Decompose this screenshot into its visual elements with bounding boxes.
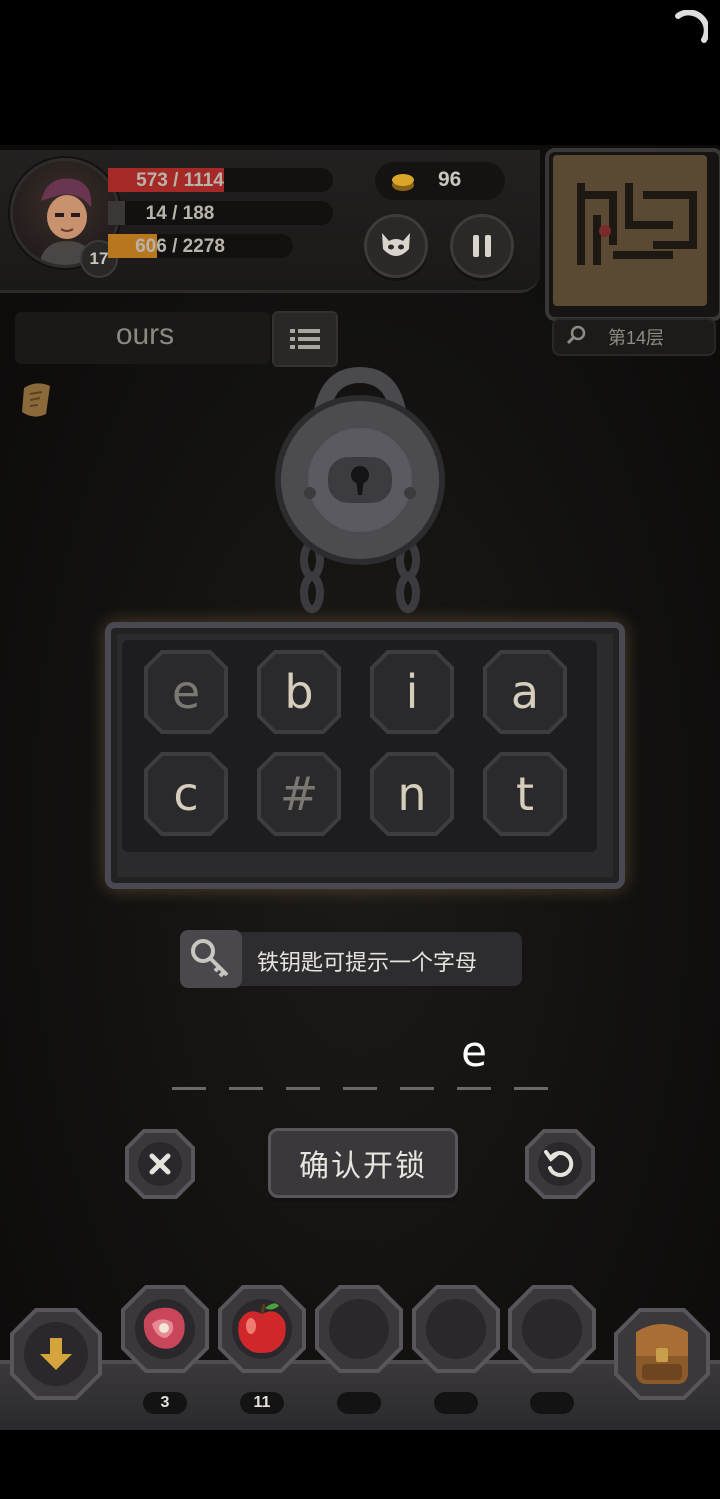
backpack-icon [614, 1308, 710, 1400]
letter-key-label: t [515, 767, 535, 821]
scroll-icon[interactable] [18, 380, 54, 420]
pause-button[interactable] [450, 214, 514, 278]
item-count [530, 1392, 574, 1414]
reset-icon [525, 1129, 595, 1199]
answer-slot [284, 1030, 322, 1090]
loading-spinner-icon [675, 10, 708, 43]
meat-icon [121, 1285, 209, 1373]
word-list-button[interactable] [272, 311, 338, 367]
current-word: ours [115, 318, 175, 351]
empty-slot-icon [315, 1285, 403, 1373]
gold-coin-icon [392, 174, 414, 191]
item-count: 3 [143, 1392, 187, 1414]
item-count [337, 1392, 381, 1414]
apple-icon [218, 1285, 306, 1373]
item-count: 11 [240, 1392, 284, 1414]
down-arrow-icon [10, 1308, 102, 1400]
letter-key-label: b [284, 665, 314, 719]
inventory-slot-1[interactable] [120, 1284, 210, 1374]
backpack-button[interactable] [612, 1306, 712, 1402]
item-count [434, 1392, 478, 1414]
answer-slot [398, 1030, 436, 1090]
empty-slot-icon [508, 1285, 596, 1373]
letter-key-label: n [397, 767, 427, 821]
letter-key-label: a [510, 665, 540, 719]
letter-key-5[interactable]: c [144, 752, 228, 836]
answer-slot [341, 1030, 379, 1090]
letter-key-1[interactable]: e [144, 650, 228, 734]
iron-key-icon [191, 939, 229, 978]
floor-label: 第14层 [608, 328, 665, 348]
descend-button[interactable] [8, 1306, 104, 1402]
maze-map-icon [577, 183, 697, 265]
answer-slots: e [170, 1027, 550, 1090]
letter-key-4[interactable]: a [483, 650, 567, 734]
demon-face-icon [382, 233, 410, 256]
letter-key-6[interactable]: # [257, 752, 341, 836]
letter-key-8[interactable]: t [483, 752, 567, 836]
answer-slot [512, 1030, 550, 1090]
hint-text: 铁钥匙可提示一个字母 [257, 950, 478, 975]
letter-key-label: i [405, 665, 419, 719]
letter-key-7[interactable]: n [370, 752, 454, 836]
mp-text: 14 / 188 [145, 203, 215, 224]
answer-letter: e [461, 1027, 487, 1076]
answer-slot: e [455, 1027, 493, 1090]
pet-button[interactable] [364, 214, 428, 278]
minimap[interactable] [553, 155, 707, 306]
letter-key-label: c [173, 767, 199, 821]
answer-slot [227, 1030, 265, 1090]
empty-slot-icon [412, 1285, 500, 1373]
gold-amount: 96 [438, 168, 462, 191]
letter-key-label: # [279, 767, 319, 821]
xp-text: 606 / 2278 [135, 236, 225, 257]
confirm-unlock-button[interactable]: 确认开锁 [268, 1128, 458, 1198]
padlock-icon [275, 366, 445, 613]
inventory-slot-5[interactable] [507, 1284, 597, 1374]
inventory-slot-3[interactable] [314, 1284, 404, 1374]
list-icon [290, 329, 320, 349]
inventory-slot-2[interactable] [217, 1284, 307, 1374]
search-icon [566, 325, 586, 345]
hp-text: 573 / 1114 [136, 170, 224, 191]
letter-key-2[interactable]: b [257, 650, 341, 734]
reset-button[interactable] [524, 1128, 596, 1200]
pause-icon [473, 235, 491, 257]
letter-key-3[interactable]: i [370, 650, 454, 734]
letter-key-label: e [171, 665, 201, 719]
hint-key-button[interactable] [180, 930, 242, 988]
inventory-slot-4[interactable] [411, 1284, 501, 1374]
close-icon [125, 1129, 195, 1199]
cancel-button[interactable] [124, 1128, 196, 1200]
answer-slot [170, 1030, 208, 1090]
